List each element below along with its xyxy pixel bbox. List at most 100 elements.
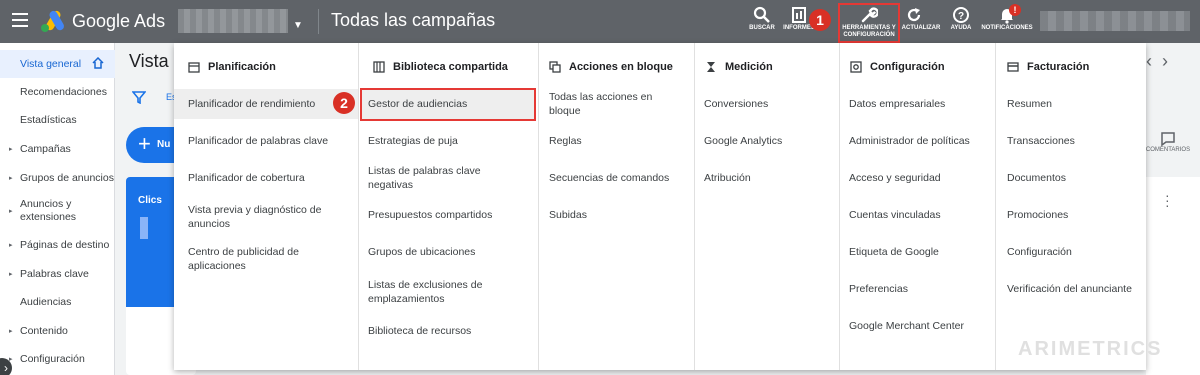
- menu-item-access-security[interactable]: Acceso y seguridad: [840, 163, 951, 193]
- nav-item-audiences[interactable]: Audiencias: [0, 288, 115, 316]
- menu-item-all-bulk-actions[interactable]: Todas las acciones en bloque: [539, 89, 694, 119]
- caret-right-icon: ▸: [9, 174, 13, 182]
- tools-dropdown-menu: Planificación Planificador de rendimient…: [174, 43, 1146, 370]
- nav-item-ad-groups[interactable]: ▸ Grupos de anuncios: [0, 164, 115, 192]
- menu-item-promotions[interactable]: Promociones: [996, 200, 1078, 230]
- refresh-icon: [907, 8, 921, 22]
- nav-label: Audiencias: [20, 295, 72, 308]
- menu-item-conversions[interactable]: Conversiones: [695, 89, 778, 119]
- column-setup: Configuración Datos empresariales Admini…: [840, 43, 996, 370]
- user-account[interactable]: [1040, 11, 1190, 31]
- column-header: Medición: [705, 61, 773, 73]
- menu-icon[interactable]: [12, 13, 28, 27]
- nav-item-insights[interactable]: Estadísticas: [0, 106, 115, 134]
- calendar-icon: [188, 62, 200, 73]
- column-billing: Facturación Resumen Transacciones Docume…: [996, 43, 1146, 370]
- column-shared-library: Biblioteca compartida Gestor de audienci…: [359, 43, 539, 370]
- menu-item-google-tag[interactable]: Etiqueta de Google: [840, 237, 949, 267]
- menu-item-shared-budgets[interactable]: Presupuestos compartidos: [359, 200, 502, 230]
- notifications-label: NOTIFICACIONES: [981, 25, 1033, 31]
- menu-item-keyword-planner[interactable]: Planificador de palabras clave: [174, 126, 338, 156]
- brand-name: Google Ads: [72, 11, 166, 31]
- menu-item-reach-planner[interactable]: Planificador de cobertura: [174, 163, 315, 193]
- chevron-down-icon[interactable]: ▼: [293, 20, 303, 31]
- comments-label: COMENTARIOS: [1145, 147, 1191, 153]
- menu-item-bid-strategies[interactable]: Estrategias de puja: [359, 126, 468, 156]
- menu-item-attribution[interactable]: Atribución: [695, 163, 761, 193]
- nav-item-overview[interactable]: Vista general: [0, 50, 115, 78]
- comments-button[interactable]: COMENTARIOS: [1143, 131, 1193, 153]
- filter-icon: [131, 91, 147, 105]
- nav-item-keywords[interactable]: ▸ Palabras clave: [0, 260, 115, 288]
- column-measurement: Medición Conversiones Google Analytics A…: [695, 43, 840, 370]
- caret-right-icon: ▸: [9, 270, 13, 278]
- caret-right-icon: ▸: [9, 207, 13, 215]
- nav-label: Contenido: [20, 324, 68, 337]
- more-vert-icon[interactable]: · · ·: [1165, 188, 1170, 212]
- nav-label: Vista general: [20, 57, 82, 70]
- watermark: ARIMETRICS: [1018, 338, 1163, 360]
- menu-item-policy-manager[interactable]: Administrador de políticas: [840, 126, 980, 156]
- page-title: Todas las campañas: [331, 10, 496, 30]
- reports-icon: [792, 7, 806, 23]
- nav-item-content[interactable]: ▸ Contenido: [0, 317, 115, 345]
- menu-item-business-data[interactable]: Datos empresariales: [840, 89, 955, 119]
- account-selector[interactable]: [178, 9, 288, 33]
- nav-label: Configuración: [20, 352, 85, 365]
- divider: [318, 9, 319, 34]
- top-bar: Google Ads ▼ Todas las campañas BUSCAR I…: [0, 0, 1200, 43]
- nav-label: Grupos de anuncios: [20, 171, 114, 184]
- google-ads-logo: [41, 10, 64, 32]
- menu-item-asset-library[interactable]: Biblioteca de recursos: [359, 316, 481, 346]
- menu-item-placement-groups[interactable]: Grupos de ubicaciones: [359, 237, 485, 267]
- menu-item-negative-keyword-lists[interactable]: Listas de palabras clave negativas: [359, 163, 538, 193]
- menu-item-advertiser-verification[interactable]: Verificación del anunciante: [996, 274, 1142, 304]
- column-header: Configuración: [850, 61, 945, 73]
- library-icon: [373, 61, 385, 73]
- metric-label[interactable]: Clics: [138, 195, 162, 206]
- nav-item-recommendations[interactable]: Recomendaciones: [0, 78, 115, 106]
- menu-item-linked-accounts[interactable]: Cuentas vinculadas: [840, 200, 951, 230]
- menu-item-google-analytics[interactable]: Google Analytics: [695, 126, 792, 156]
- audience-manager-highlight-box: [360, 88, 536, 121]
- menu-item-documents[interactable]: Documentos: [996, 163, 1076, 193]
- notifications-tool[interactable]: NOTIFICACIONES: [979, 6, 1035, 32]
- menu-item-performance-planner[interactable]: Planificador de rendimiento: [174, 89, 358, 119]
- menu-item-billing-settings[interactable]: Configuración: [996, 237, 1082, 267]
- menu-item-preferences[interactable]: Preferencias: [840, 274, 918, 304]
- nav-label: Páginas de destino: [20, 238, 110, 251]
- menu-item-placement-exclusion-lists[interactable]: Listas de exclusiones de emplazamientos: [359, 276, 509, 308]
- menu-item-merchant-center[interactable]: Google Merchant Center: [840, 311, 974, 341]
- column-header: Acciones en bloque: [549, 61, 673, 73]
- settings-icon: [850, 61, 862, 73]
- caret-right-icon: ▸: [9, 145, 13, 153]
- svg-text:?: ?: [958, 11, 964, 22]
- step-badge-2: 2: [333, 92, 355, 114]
- filter-bar[interactable]: Es: [131, 90, 177, 109]
- credit-card-icon: [1007, 62, 1019, 72]
- nav-item-ads-extensions[interactable]: ▸ Anuncios y extensiones: [0, 196, 115, 226]
- home-icon: [92, 57, 104, 69]
- pagination-arrows[interactable]: ‹ ›: [1146, 51, 1168, 72]
- menu-item-summary[interactable]: Resumen: [996, 89, 1062, 119]
- menu-item-transactions[interactable]: Transacciones: [996, 126, 1085, 156]
- column-bulk-actions: Acciones en bloque Todas las acciones en…: [539, 43, 695, 370]
- fab-label: Nu: [156, 139, 171, 151]
- nav-item-settings[interactable]: ▸ Configuración: [0, 345, 115, 373]
- search-icon: [753, 6, 770, 23]
- nav-label: Recomendaciones: [20, 85, 107, 98]
- nav-item-campaigns[interactable]: ▸ Campañas: [0, 135, 115, 163]
- column-header: Biblioteca compartida: [373, 61, 508, 73]
- caret-right-icon: ▸: [9, 241, 13, 249]
- menu-item-app-advertising-hub[interactable]: Centro de publicidad de aplicaciones: [174, 243, 324, 275]
- menu-item-rules[interactable]: Reglas: [539, 126, 592, 156]
- notification-badge: !: [1009, 4, 1021, 16]
- menu-item-uploads[interactable]: Subidas: [539, 200, 597, 230]
- hourglass-icon: [707, 62, 715, 72]
- menu-item-scripts[interactable]: Secuencias de comandos: [539, 163, 679, 193]
- step-badge-1: 1: [809, 9, 831, 31]
- nav-label: Campañas: [20, 142, 71, 155]
- menu-item-ad-preview[interactable]: Vista previa y diagnóstico de anuncios: [174, 201, 344, 233]
- nav-item-landing-pages[interactable]: ▸ Páginas de destino: [0, 231, 115, 259]
- left-navigation: Vista general Recomendaciones Estadístic…: [0, 43, 115, 375]
